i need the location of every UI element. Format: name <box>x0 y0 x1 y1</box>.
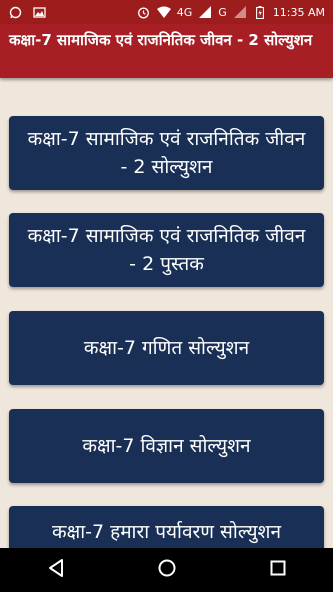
photo-icon <box>32 5 46 19</box>
alarm-icon <box>137 5 151 19</box>
menu-button-social-political-solution[interactable]: कक्षा-7 सामाजिक एवं राजनितिक जीवन - 2 सो… <box>9 116 324 190</box>
network-g-label: G <box>218 5 227 19</box>
menu-button-label: कक्षा-7 सामाजिक एवं राजनितिक जीवन - 2 सो… <box>27 128 306 178</box>
status-bar: 4G G 11:35 AM <box>0 0 333 24</box>
menu-button-label: कक्षा-7 विज्ञान सोल्युशन <box>82 435 251 457</box>
back-button[interactable] <box>34 548 78 592</box>
app-bar: कक्षा-7 सामाजिक एवं राजनितिक जीवन - 2 सो… <box>0 24 333 78</box>
signal-icon-2 <box>233 5 247 19</box>
status-bar-left <box>8 5 46 19</box>
menu-button-science-solution[interactable]: कक्षा-7 विज्ञान सोल्युशन <box>9 409 324 483</box>
status-bar-right: 4G G 11:35 AM <box>137 5 325 19</box>
status-time: 11:35 AM <box>272 5 325 19</box>
recents-button[interactable] <box>256 548 300 592</box>
menu-button-label: कक्षा-7 गणित सोल्युशन <box>83 337 250 359</box>
menu-button-label: कक्षा-7 सामाजिक एवं राजनितिक जीवन - 2 पु… <box>27 225 306 275</box>
menu-button-social-political-book[interactable]: कक्षा-7 सामाजिक एवं राजनितिक जीवन - 2 पु… <box>9 213 324 287</box>
app-bar-title: कक्षा-7 सामाजिक एवं राजनितिक जीवन - 2 सो… <box>9 31 313 49</box>
whatsapp-icon <box>8 5 22 19</box>
menu-button-environment-solution[interactable]: कक्षा-7 हमारा पर्यावरण सोल्युशन <box>9 506 324 548</box>
home-icon <box>158 559 176 581</box>
menu-list: कक्षा-7 सामाजिक एवं राजनितिक जीवन - 2 सो… <box>0 78 333 548</box>
navigation-bar <box>0 548 333 592</box>
menu-button-maths-solution[interactable]: कक्षा-7 गणित सोल्युशन <box>9 311 324 385</box>
back-icon <box>48 559 64 581</box>
home-button[interactable] <box>145 548 189 592</box>
recents-icon <box>270 560 286 580</box>
network-4g-label: 4G <box>176 5 193 19</box>
signal-icon <box>198 5 212 19</box>
wifi-icon <box>156 5 171 19</box>
battery-icon <box>253 5 267 19</box>
menu-button-label: कक्षा-7 हमारा पर्यावरण सोल्युशन <box>51 521 281 543</box>
